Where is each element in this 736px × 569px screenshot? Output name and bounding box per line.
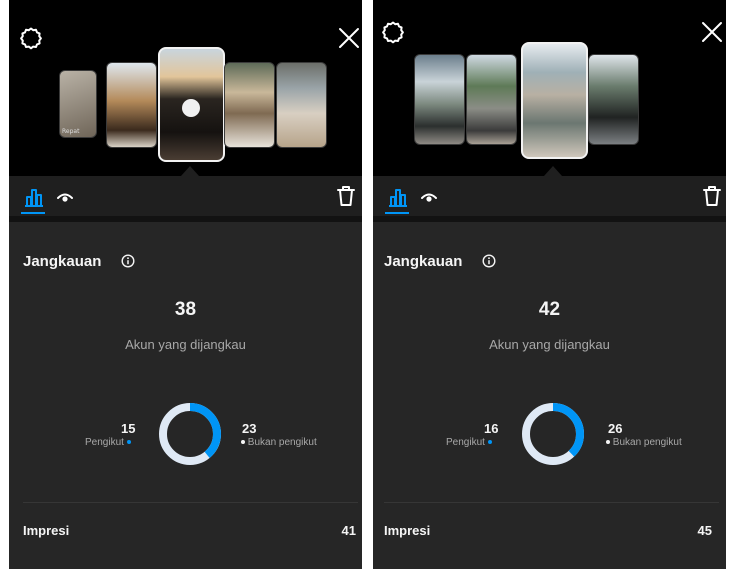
followers-legend: Pengikut	[446, 437, 492, 448]
selection-pointer	[544, 166, 562, 176]
eye-icon[interactable]	[56, 190, 74, 204]
bar-chart-icon[interactable]	[387, 186, 409, 208]
non-followers-value: 23	[242, 421, 257, 436]
story-insights-panel-left: Repat Jangkauan 38 Akun yang dijangkau 1…	[9, 0, 362, 569]
story-insights-panel-right: Jangkauan 42 Akun yang dijangkau 16 Peng…	[373, 0, 726, 569]
story-thumbnail[interactable]: Repat	[59, 70, 97, 138]
followers-legend: Pengikut	[85, 437, 131, 448]
cup-logo	[182, 99, 200, 117]
story-thumbnail[interactable]	[276, 62, 327, 148]
story-thumbnail-selected[interactable]	[158, 47, 225, 162]
close-icon[interactable]	[338, 27, 360, 49]
non-followers-dot	[606, 440, 610, 445]
non-followers-dot	[241, 440, 245, 445]
reach-donut-chart	[522, 403, 584, 465]
story-thumbnail-selected[interactable]	[521, 42, 588, 159]
non-followers-legend: Bukan pengikut	[606, 437, 682, 448]
followers-value: 16	[484, 421, 499, 436]
followers-dot	[487, 440, 492, 445]
gear-icon[interactable]	[381, 20, 405, 44]
reach-content	[9, 222, 362, 569]
followers-label: Pengikut	[446, 437, 485, 448]
story-carousel	[373, 0, 726, 176]
non-followers-legend: Bukan pengikut	[241, 437, 317, 448]
info-icon[interactable]	[121, 254, 135, 268]
trash-icon[interactable]	[702, 185, 722, 207]
accounts-reached-value: 38	[174, 299, 197, 320]
impressions-label: Impresi	[384, 523, 431, 538]
reach-donut-chart	[159, 403, 221, 465]
non-followers-label: Bukan pengikut	[612, 437, 682, 448]
divider	[23, 502, 358, 503]
info-icon[interactable]	[482, 254, 496, 268]
trash-icon[interactable]	[336, 185, 356, 207]
impressions-value: 41	[341, 523, 356, 538]
followers-label: Pengikut	[85, 437, 124, 448]
close-icon[interactable]	[701, 21, 723, 43]
non-followers-value: 26	[608, 421, 623, 436]
impressions-value: 45	[697, 523, 712, 538]
story-thumbnail[interactable]	[414, 54, 465, 145]
impressions-label: Impresi	[23, 523, 70, 538]
eye-icon[interactable]	[420, 190, 438, 204]
story-carousel: Repat	[9, 0, 362, 176]
reach-content	[373, 222, 726, 569]
bar-chart-icon[interactable]	[23, 186, 45, 208]
followers-dot	[126, 440, 131, 445]
accounts-reached-label: Akun yang dijangkau	[125, 337, 246, 352]
section-title: Jangkauan	[384, 253, 463, 270]
story-thumbnail[interactable]	[106, 62, 157, 148]
section-title: Jangkauan	[23, 253, 102, 270]
story-thumbnail[interactable]	[466, 54, 517, 145]
selection-pointer	[181, 166, 199, 176]
non-followers-label: Bukan pengikut	[247, 437, 317, 448]
gear-icon[interactable]	[19, 26, 43, 50]
thumbnail-caption: Repat	[62, 128, 80, 135]
active-tab-indicator	[21, 212, 45, 214]
accounts-reached-label: Akun yang dijangkau	[489, 337, 610, 352]
divider	[384, 502, 719, 503]
active-tab-indicator	[385, 212, 409, 214]
story-thumbnail[interactable]	[588, 54, 639, 145]
story-thumbnail[interactable]	[224, 62, 275, 148]
followers-value: 15	[121, 421, 136, 436]
accounts-reached-value: 42	[538, 299, 561, 320]
